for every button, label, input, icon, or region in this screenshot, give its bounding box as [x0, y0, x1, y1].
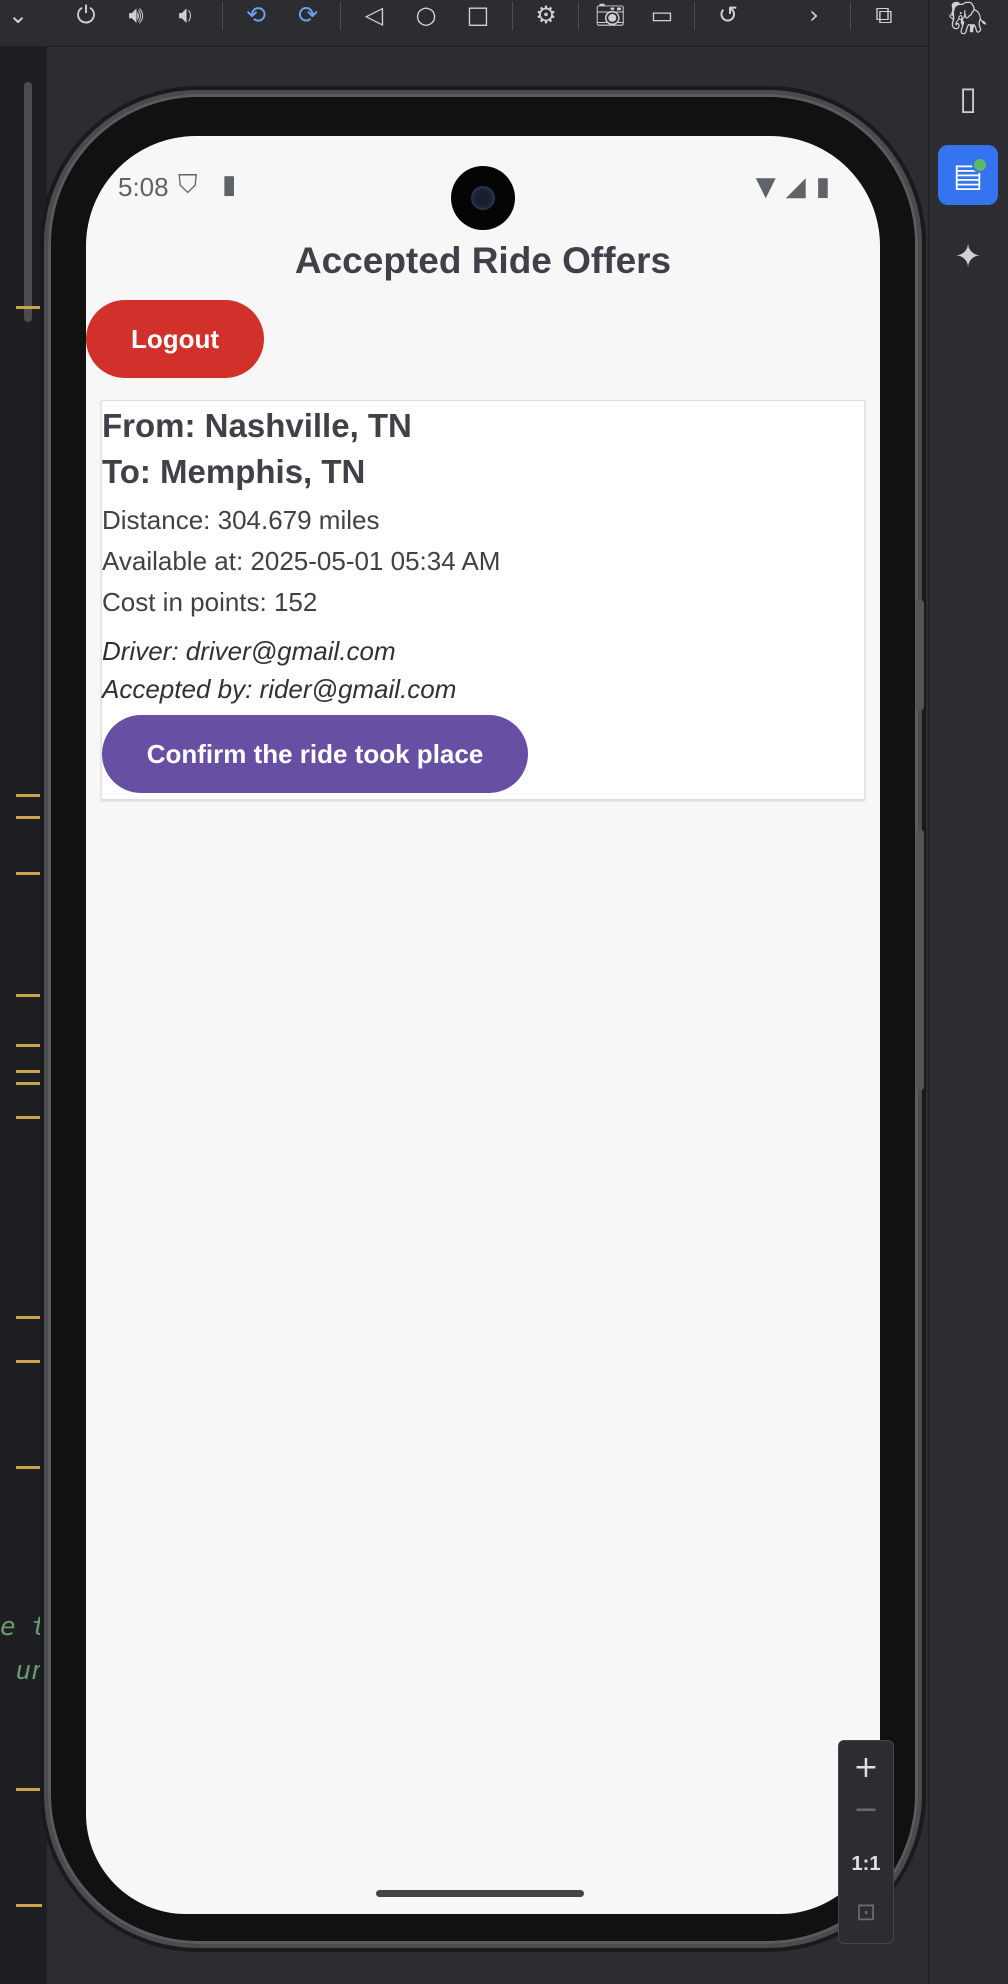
offer-available-at: Available at: 2025-05-01 05:34 AM	[102, 546, 501, 576]
phone-screen: 5:08 ⛉ ▮ ▼ ◢ ▮ Accepted Ride Offers Logo…	[86, 136, 880, 1914]
home-indicator[interactable]	[376, 1890, 584, 1897]
editor-gutter: e t un	[0, 46, 47, 1984]
offer-accepted-by: Accepted by: rider@gmail.com	[102, 674, 457, 704]
screenshot-icon[interactable]: 📷︎	[592, 0, 628, 30]
logout-button[interactable]: Logout	[86, 300, 264, 378]
status-time: 5:08	[118, 172, 169, 202]
toolbar-divider	[850, 2, 851, 30]
chevron-down-icon[interactable]: ⌄	[0, 0, 36, 30]
gutter-marker	[16, 994, 42, 997]
device-inspector-icon[interactable]: ⧉	[866, 0, 902, 30]
toolbar-divider	[222, 2, 223, 30]
rotate-left-icon[interactable]: ⟲	[238, 0, 274, 30]
sd-card-icon: ▮	[222, 170, 237, 200]
zoom-actual-size-button[interactable]: 1:1	[839, 1839, 893, 1889]
status-icons: ▼ ◢ ▮	[756, 172, 830, 202]
toolbar-divider	[578, 2, 579, 30]
emulator-toolbar: ⌄ ⏻ 🔊︎ 🔉︎ ⟲ ⟳ ◁ ○ □ ⚙ 📷︎ ▭ ↺ › ⧉	[0, 0, 928, 47]
ride-offer-card: From: Nashville, TN To: Memphis, TN Dist…	[101, 400, 865, 800]
offer-driver: Driver: driver@gmail.com	[102, 636, 396, 666]
toolbar-divider	[694, 2, 695, 30]
gutter-marker	[16, 1788, 42, 1791]
device-manager-icon[interactable]: ▯	[938, 68, 998, 128]
reset-icon[interactable]: ↺	[710, 0, 746, 30]
rotate-right-icon[interactable]: ⟳	[290, 0, 326, 30]
gutter-marker	[16, 306, 42, 309]
page-title: Accepted Ride Offers	[294, 240, 672, 281]
code-fragment: un	[0, 1656, 47, 1686]
toolbar-divider	[512, 2, 513, 30]
gutter-marker	[16, 1044, 42, 1047]
toolbar-divider	[340, 2, 341, 30]
zoom-controls: + − 1:1 ⊡	[838, 1740, 894, 1944]
gutter-marker	[16, 1082, 42, 1085]
gutter-marker	[16, 1070, 42, 1073]
offer-to: To: Memphis, TN	[102, 453, 366, 490]
home-icon[interactable]: ○	[408, 0, 444, 30]
gutter-marker	[16, 1316, 42, 1319]
offer-from: From: Nashville, TN	[102, 407, 412, 444]
gradle-icon[interactable]: 🐘︎	[938, 0, 998, 48]
gutter-marker	[16, 816, 42, 819]
gutter-marker	[16, 1116, 42, 1119]
gutter-scrollbar[interactable]	[24, 82, 32, 322]
running-devices-icon[interactable]: ▤	[938, 145, 998, 205]
back-icon[interactable]: ◁	[356, 0, 392, 30]
phone-side-button	[916, 830, 924, 1090]
battery-icon: ▮	[815, 172, 830, 202]
status-bar: 5:08 ⛉ ▮ ▼ ◢ ▮	[86, 136, 880, 236]
overview-icon[interactable]: □	[460, 0, 496, 30]
shield-icon: ⛉	[178, 170, 198, 200]
phone-side-button	[916, 600, 924, 710]
signal-icon: ◢	[785, 172, 806, 202]
gutter-marker	[16, 794, 42, 797]
zoom-out-icon[interactable]: −	[839, 1785, 893, 1835]
wifi-icon: ▼	[755, 172, 776, 202]
more-icon[interactable]: ›	[796, 0, 832, 30]
volume-up-icon[interactable]: 🔊︎	[118, 0, 154, 30]
gutter-marker	[16, 1904, 42, 1907]
gutter-marker	[16, 1360, 42, 1363]
screen-record-icon[interactable]: ▭	[644, 0, 680, 30]
status-dot	[972, 157, 988, 173]
gutter-marker	[16, 1466, 42, 1469]
front-camera	[451, 166, 515, 230]
power-icon[interactable]: ⏻	[68, 0, 104, 30]
zoom-fit-icon[interactable]: ⊡	[839, 1887, 893, 1937]
code-fragment: e t	[0, 1612, 47, 1642]
volume-down-icon[interactable]: 🔉︎	[168, 0, 204, 30]
offer-distance: Distance: 304.679 miles	[102, 505, 380, 535]
offer-cost: Cost in points: 152	[102, 587, 318, 617]
gutter-marker	[16, 872, 42, 875]
tool-sidebar: 🐘︎ ▯ ▤ ✦	[928, 0, 1008, 1984]
confirm-ride-button[interactable]: Confirm the ride took place	[102, 715, 528, 793]
device-settings-icon[interactable]: ⚙	[528, 0, 564, 30]
gemini-icon[interactable]: ✦	[938, 226, 998, 286]
